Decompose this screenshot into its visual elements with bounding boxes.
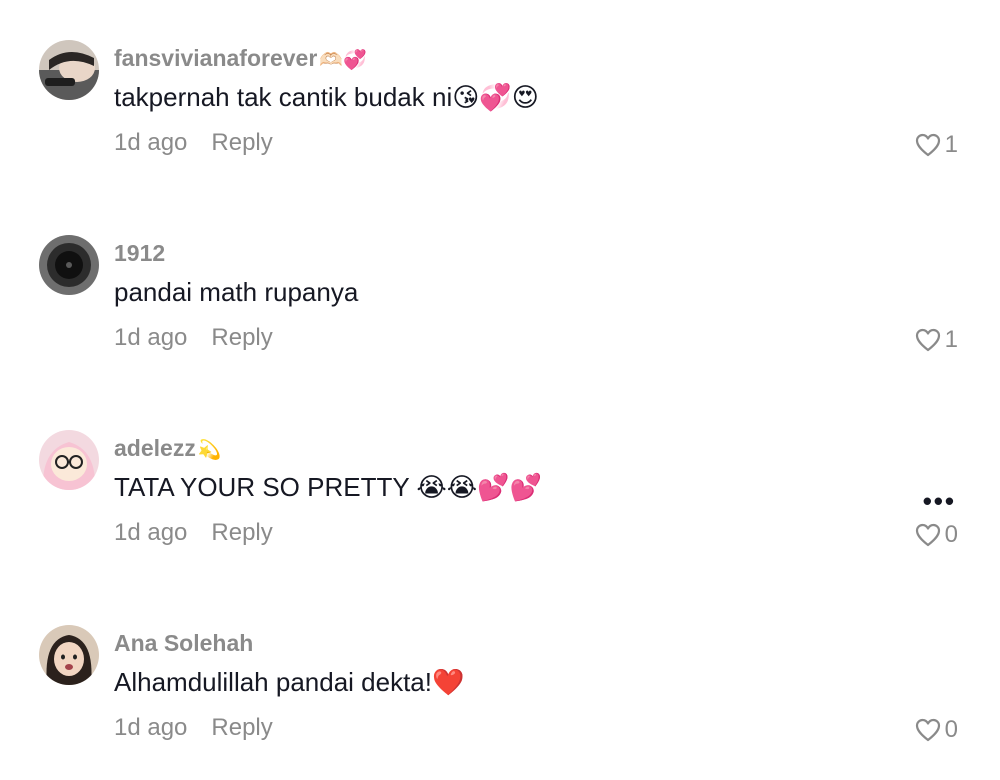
like-button[interactable]: 0 [915, 521, 958, 549]
like-count: 1 [944, 131, 958, 158]
avatar[interactable] [39, 40, 99, 100]
comment-text: pandai math rupanya [114, 277, 359, 307]
avatar[interactable] [39, 625, 99, 685]
more-options-icon[interactable]: ••• [923, 486, 956, 517]
comment-meta: 1d ago Reply [114, 714, 273, 742]
reply-button[interactable]: Reply [211, 519, 272, 546]
comment-item: 1912 pandai math rupanya 1d ago Reply 1 [0, 195, 1000, 390]
like-count: 1 [944, 326, 958, 353]
comment-text: Alhamdulillah pandai dekta!❤️ [114, 667, 465, 697]
timestamp: 1d ago [114, 714, 188, 741]
comment-item: adelezz 💫 TATA YOUR SO PRETTY 😭😭💕💕 1d ago… [0, 390, 1000, 585]
like-count: 0 [944, 521, 958, 548]
username-emoji: 💫 [197, 440, 222, 461]
comment-text: takpernah tak cantik budak ni😘💞😍 [114, 82, 539, 112]
username[interactable]: adelezz 💫 [114, 435, 222, 462]
reply-button[interactable]: Reply [211, 324, 272, 351]
like-button[interactable]: 1 [915, 326, 958, 354]
comment-meta: 1d ago Reply [114, 324, 273, 352]
comment-meta: 1d ago Reply [114, 519, 273, 547]
heart-outline-icon [915, 718, 940, 742]
timestamp: 1d ago [114, 129, 188, 156]
like-button[interactable]: 1 [915, 131, 958, 159]
timestamp: 1d ago [114, 324, 188, 351]
username-emoji: 🫶🏻💞 [319, 50, 367, 71]
comment-meta: 1d ago Reply [114, 129, 273, 157]
like-button[interactable]: 0 [915, 716, 958, 744]
comment-item: fansvivianaforever 🫶🏻💞 takpernah tak cant… [0, 0, 1000, 195]
heart-outline-icon [915, 523, 940, 547]
comment-text: TATA YOUR SO PRETTY 😭😭💕💕 [114, 472, 542, 502]
username[interactable]: 1912 [114, 240, 167, 267]
like-count: 0 [944, 716, 958, 743]
username[interactable]: fansvivianaforever 🫶🏻💞 [114, 45, 367, 72]
heart-outline-icon [915, 133, 940, 157]
avatar[interactable] [39, 235, 99, 295]
comment-item: Ana Solehah Alhamdulillah pandai dekta!❤… [0, 585, 1000, 780]
username[interactable]: Ana Solehah [114, 630, 255, 657]
reply-button[interactable]: Reply [211, 129, 272, 156]
reply-button[interactable]: Reply [211, 714, 272, 741]
timestamp: 1d ago [114, 519, 188, 546]
heart-outline-icon [915, 328, 940, 352]
avatar[interactable] [39, 430, 99, 490]
